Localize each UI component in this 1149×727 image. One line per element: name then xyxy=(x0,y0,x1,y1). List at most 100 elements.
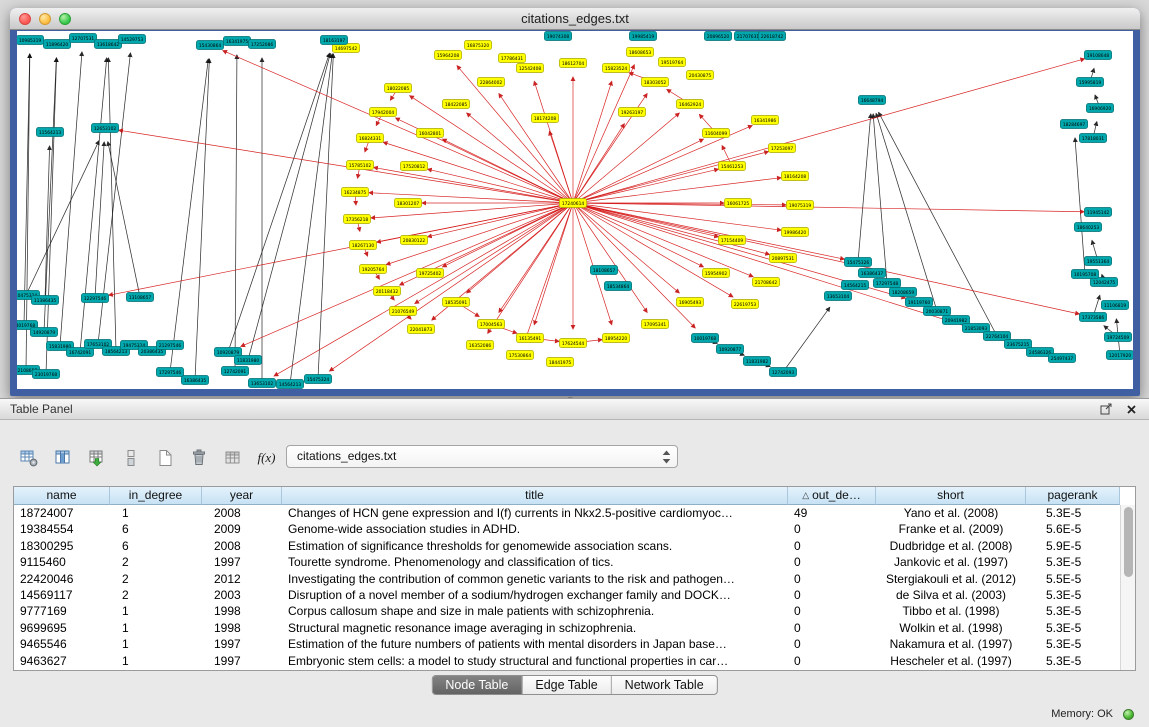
graph-node[interactable]: 18612704 xyxy=(559,59,586,68)
graph-node[interactable]: 16906920 xyxy=(1086,104,1113,113)
float-panel-icon[interactable] xyxy=(1100,403,1113,415)
graph-node[interactable]: 18535091 xyxy=(442,298,469,307)
graph-edge[interactable] xyxy=(549,131,573,203)
window-titlebar[interactable]: citations_edges.txt xyxy=(10,8,1140,30)
graph-node[interactable]: 12297546 xyxy=(81,294,108,303)
graph-node[interactable]: 18108657 xyxy=(590,266,617,275)
graph-edge[interactable] xyxy=(241,203,573,346)
graph-node[interactable]: 11106819 xyxy=(1101,301,1128,310)
graph-edge[interactable] xyxy=(109,203,573,295)
graph-node[interactable]: 16135491 xyxy=(516,334,543,343)
graph-node[interactable]: 11564213 xyxy=(36,128,63,137)
select-columns-button[interactable] xyxy=(47,445,78,472)
graph-node[interactable]: 20430875 xyxy=(686,71,713,80)
graph-node[interactable]: 18163197 xyxy=(320,36,347,45)
graph-node[interactable]: 15461253 xyxy=(718,162,745,171)
close-panel-icon[interactable] xyxy=(1126,404,1137,415)
graph-node[interactable]: 17252086 xyxy=(248,40,275,49)
graph-node[interactable]: 13653102 xyxy=(248,379,275,388)
graph-node[interactable]: 19985419 xyxy=(629,32,656,41)
merge-rows-button[interactable] xyxy=(115,445,146,472)
graph-node[interactable]: 22764104 xyxy=(983,332,1010,341)
table-row[interactable]: 977716911998Corpus callosum shape and si… xyxy=(14,603,1135,619)
graph-edge[interactable] xyxy=(879,112,997,336)
graph-node[interactable]: 17297548 xyxy=(873,279,900,288)
graph-edge[interactable] xyxy=(573,113,679,203)
graph-node[interactable]: 25497437 xyxy=(1048,354,1075,363)
graph-node[interactable]: 10195708 xyxy=(1071,270,1098,279)
graph-node[interactable]: 14529753 xyxy=(118,35,145,44)
graph-edge[interactable] xyxy=(383,142,573,203)
table-row[interactable]: 946554611997Estimation of the future num… xyxy=(14,636,1135,652)
graph-node[interactable]: 22618742 xyxy=(758,32,785,41)
network-canvas[interactable]: 1724061416061725154612531160409916462924… xyxy=(17,31,1133,389)
graph-node[interactable]: 16061725 xyxy=(724,199,751,208)
graph-node[interactable]: 16352086 xyxy=(466,341,493,350)
graph-edge[interactable] xyxy=(428,169,573,203)
tab-edge-table[interactable]: Edge Table xyxy=(522,676,611,694)
graph-node[interactable]: 11896420 xyxy=(43,40,70,49)
column-header-in_degree[interactable]: in_degree xyxy=(110,487,202,505)
graph-node[interactable]: 13653104 xyxy=(824,292,851,301)
graph-node[interactable]: 15964208 xyxy=(434,51,461,60)
table-row[interactable]: 1938455462009Genome-wide association stu… xyxy=(14,521,1135,537)
graph-node[interactable]: 14564215 xyxy=(841,281,868,290)
graph-node[interactable]: 16042801 xyxy=(416,129,443,138)
graph-edge[interactable] xyxy=(274,203,573,376)
graph-edge[interactable] xyxy=(534,203,573,325)
graph-node[interactable]: 23675215 xyxy=(1004,340,1031,349)
graph-node[interactable]: 14564213 xyxy=(276,380,303,389)
graph-node[interactable]: 16875320 xyxy=(464,41,491,50)
graph-edge[interactable] xyxy=(44,58,56,332)
graph-edge[interactable] xyxy=(573,124,624,203)
graph-node[interactable]: 18608653 xyxy=(626,48,653,57)
graph-node[interactable]: 23019768 xyxy=(32,370,59,379)
graph-node[interactable]: 18301207 xyxy=(394,199,421,208)
graph-edge[interactable] xyxy=(488,203,573,333)
close-window-icon[interactable] xyxy=(19,13,31,25)
graph-node[interactable]: 16462924 xyxy=(676,100,703,109)
graph-node[interactable]: 12653102 xyxy=(91,124,118,133)
column-header-short[interactable]: short xyxy=(876,487,1026,505)
table-view-button[interactable] xyxy=(217,445,248,472)
import-table-button[interactable] xyxy=(81,445,112,472)
graph-edge[interactable] xyxy=(330,203,573,371)
graph-edge[interactable] xyxy=(26,141,99,295)
graph-node[interactable]: 20896520 xyxy=(704,32,731,41)
graph-edge[interactable] xyxy=(573,81,612,203)
graph-node[interactable]: 17356218 xyxy=(343,215,370,224)
zoom-window-icon[interactable] xyxy=(59,13,71,25)
delete-table-button[interactable] xyxy=(183,445,214,472)
graph-node[interactable]: 18954220 xyxy=(602,334,629,343)
graph-node[interactable]: 15823524 xyxy=(602,64,629,73)
graph-node[interactable]: 18267130 xyxy=(349,241,376,250)
column-header-pagerank[interactable]: pagerank xyxy=(1026,487,1120,505)
graph-node[interactable]: 17253097 xyxy=(768,144,795,153)
graph-node[interactable]: 13108657 xyxy=(126,293,153,302)
graph-node[interactable]: 18284697 xyxy=(1060,120,1087,129)
graph-edge[interactable] xyxy=(573,203,679,293)
graph-node[interactable]: 10019768 xyxy=(691,334,718,343)
graph-node[interactable]: 16341975 xyxy=(223,37,250,46)
table-row[interactable]: 946362711997Embryonic stem cells: a mode… xyxy=(14,653,1135,669)
graph-node[interactable]: 17818031 xyxy=(1079,134,1106,143)
graph-edge[interactable] xyxy=(573,139,703,203)
graph-edge[interactable] xyxy=(223,51,573,203)
graph-node[interactable]: 16905493 xyxy=(676,298,703,307)
network-graph[interactable]: 1724061416061725154612531160409916462924… xyxy=(17,31,1133,389)
graph-node[interactable]: 20118432 xyxy=(373,287,400,296)
graph-node[interactable]: 21297546 xyxy=(156,341,183,350)
graph-node[interactable]: 13618642 xyxy=(94,40,121,49)
graph-node[interactable]: 21853093 xyxy=(962,324,989,333)
graph-node[interactable]: 18534864 xyxy=(604,282,631,291)
graph-node[interactable]: 18164208 xyxy=(781,172,808,181)
graph-node[interactable]: 19986420 xyxy=(781,228,808,237)
column-header-out_degree[interactable]: △out_de… xyxy=(788,487,876,505)
graph-node[interactable]: 18422085 xyxy=(442,100,469,109)
graph-node[interactable]: 11831982 xyxy=(743,357,770,366)
graph-node[interactable]: 12707531 xyxy=(69,34,96,43)
graph-edge[interactable] xyxy=(573,203,612,325)
graph-node[interactable]: 17240614 xyxy=(559,199,586,208)
graph-node[interactable]: 22041873 xyxy=(407,325,434,334)
table-row[interactable]: 1456911722003Disruption of a novel membe… xyxy=(14,587,1135,603)
